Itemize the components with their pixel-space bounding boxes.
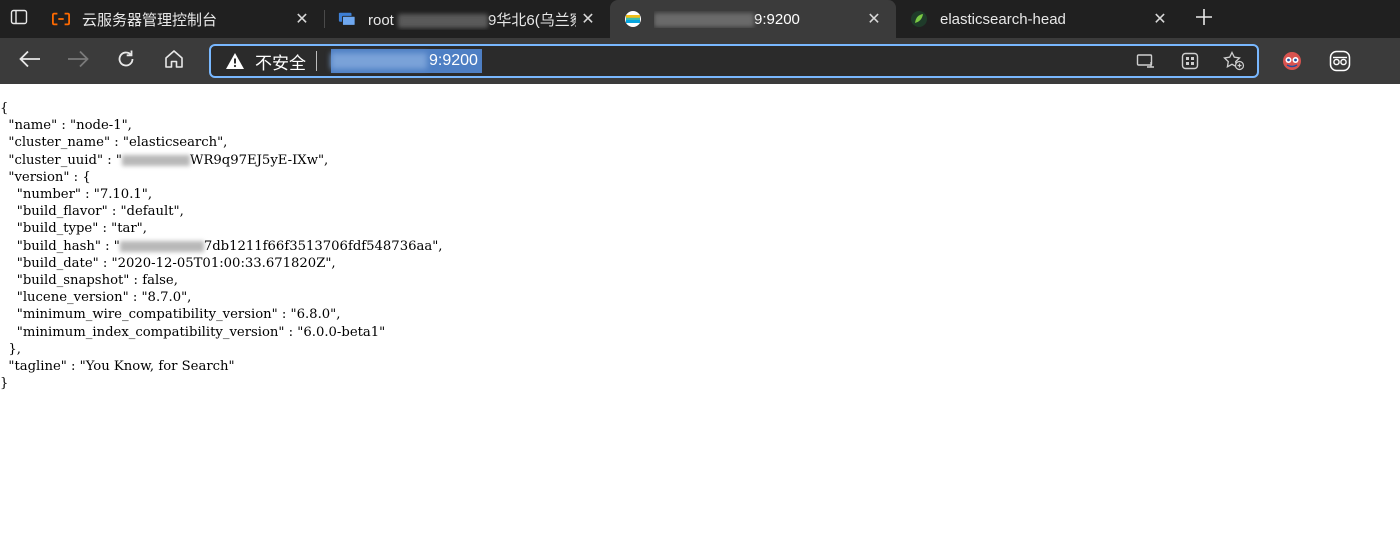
home-button[interactable] <box>150 43 198 79</box>
json-line: "tagline" : "You Know, for Search" <box>0 359 235 375</box>
json-line: "build_flavor" : "default", <box>0 204 184 220</box>
tab-actions-icon <box>10 8 28 31</box>
tab-remote-root[interactable]: root 9华北6(乌兰察 ✕ <box>324 0 610 38</box>
extension-icon[interactable] <box>1277 46 1307 76</box>
app-available-icon[interactable] <box>1131 46 1161 76</box>
favorite-add-icon[interactable] <box>1219 46 1249 76</box>
close-tab-icon[interactable]: ✕ <box>290 7 314 31</box>
json-line: "build_hash" : " 7db1211f66f3513706fdf548… <box>0 238 443 254</box>
plus-icon <box>1195 5 1213 33</box>
browser-toolbar: 不安全 9:9200 <box>0 38 1400 84</box>
url-text[interactable]: 9:9200 <box>331 49 482 73</box>
json-line: "cluster_name" : "elasticsearch", <box>0 135 228 151</box>
refresh-icon <box>116 49 136 74</box>
redacted-text <box>121 154 190 166</box>
forward-button[interactable] <box>54 43 102 79</box>
json-line: "build_date" : "2020-12-05T01:00:33.6718… <box>0 255 336 271</box>
back-button[interactable] <box>6 43 54 79</box>
arrow-right-icon <box>67 50 89 73</box>
json-line: } <box>0 376 9 392</box>
tab-title: 9:9200 <box>654 11 862 28</box>
divider <box>316 51 317 71</box>
tab-elasticsearch-head[interactable]: elasticsearch-head ✕ <box>896 0 1182 38</box>
json-line: "minimum_index_compatibility_version" : … <box>0 324 386 340</box>
tab-title: elasticsearch-head <box>940 10 1066 28</box>
tab-strip: 云服务器管理控制台 ✕ root 9华北6(乌兰察 ✕ 9:9200 ✕ ela… <box>0 0 1400 38</box>
remote-desktop-icon <box>338 10 356 28</box>
close-tab-icon[interactable]: ✕ <box>1148 7 1172 31</box>
json-line: "minimum_wire_compatibility_version" : "… <box>0 307 341 323</box>
tab-title: root 9华北6(乌兰察 <box>368 11 576 29</box>
json-response: { "name" : "node-1", "cluster_name" : "e… <box>0 100 1400 392</box>
json-line: { <box>0 101 9 116</box>
redacted-text <box>398 13 489 28</box>
arrow-left-icon <box>19 50 41 73</box>
security-label[interactable]: 不安全 <box>255 49 306 74</box>
tab-actions-button[interactable] <box>0 0 38 38</box>
json-line: "build_snapshot" : false, <box>0 273 178 289</box>
address-bar[interactable]: 不安全 9:9200 <box>209 44 1259 78</box>
tab-elasticsearch-active[interactable]: 9:9200 ✕ <box>610 0 896 38</box>
refresh-button[interactable] <box>102 43 150 79</box>
redacted-text <box>654 12 754 27</box>
page-content: { "name" : "node-1", "cluster_name" : "e… <box>0 84 1400 392</box>
warning-icon[interactable] <box>225 52 245 70</box>
tab-aliyun-console[interactable]: 云服务器管理控制台 ✕ <box>38 0 324 38</box>
tab-title: 云服务器管理控制台 <box>82 11 218 29</box>
home-icon <box>164 49 184 74</box>
json-line: "number" : "7.10.1", <box>0 187 153 203</box>
close-tab-icon[interactable]: ✕ <box>576 7 600 31</box>
aliyun-logo-icon <box>52 10 70 28</box>
profile-icon[interactable] <box>1325 46 1355 76</box>
redacted-text <box>119 240 204 252</box>
leaf-icon <box>910 10 928 28</box>
json-line: "name" : "node-1", <box>0 118 132 134</box>
elasticsearch-icon <box>624 10 642 28</box>
json-line: "version" : { <box>0 169 91 185</box>
json-line: "cluster_uuid" : " WR9q97EJ5yE-IXw", <box>0 152 329 168</box>
qr-code-icon[interactable] <box>1175 46 1205 76</box>
close-tab-icon[interactable]: ✕ <box>862 7 886 31</box>
json-line: "build_type" : "tar", <box>0 221 147 237</box>
json-line: "lucene_version" : "8.7.0", <box>0 290 192 306</box>
new-tab-button[interactable] <box>1182 0 1226 38</box>
redacted-url <box>331 53 427 69</box>
json-line: }, <box>0 341 21 357</box>
